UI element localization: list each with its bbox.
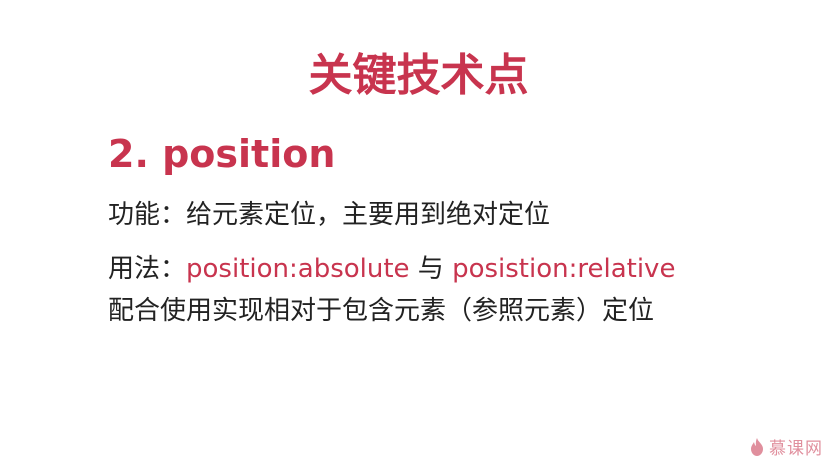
slide-subtitle: 2. position <box>108 132 336 176</box>
function-description: 功能：给元素定位，主要用到绝对定位 <box>108 200 551 230</box>
watermark-text: 慕课网 <box>769 439 823 459</box>
slide-title: 关键技术点 <box>308 50 529 101</box>
usage-code-absolute: position:absolute <box>186 254 410 284</box>
slide: 关键技术点 2. position 功能：给元素定位，主要用到绝对定位 用法：p… <box>0 0 837 467</box>
usage-code-relative: posistion:relative <box>452 254 676 284</box>
usage-line: 用法：position:absolute 与 posistion:relativ… <box>108 251 675 287</box>
usage-prefix: 用法： <box>108 254 187 284</box>
flame-icon <box>751 437 763 456</box>
imooc-watermark: 慕课网 <box>749 434 823 459</box>
usage-description: 配合使用实现相对于包含元素（参照元素）定位 <box>108 296 655 326</box>
usage-connector: 与 <box>409 254 453 284</box>
